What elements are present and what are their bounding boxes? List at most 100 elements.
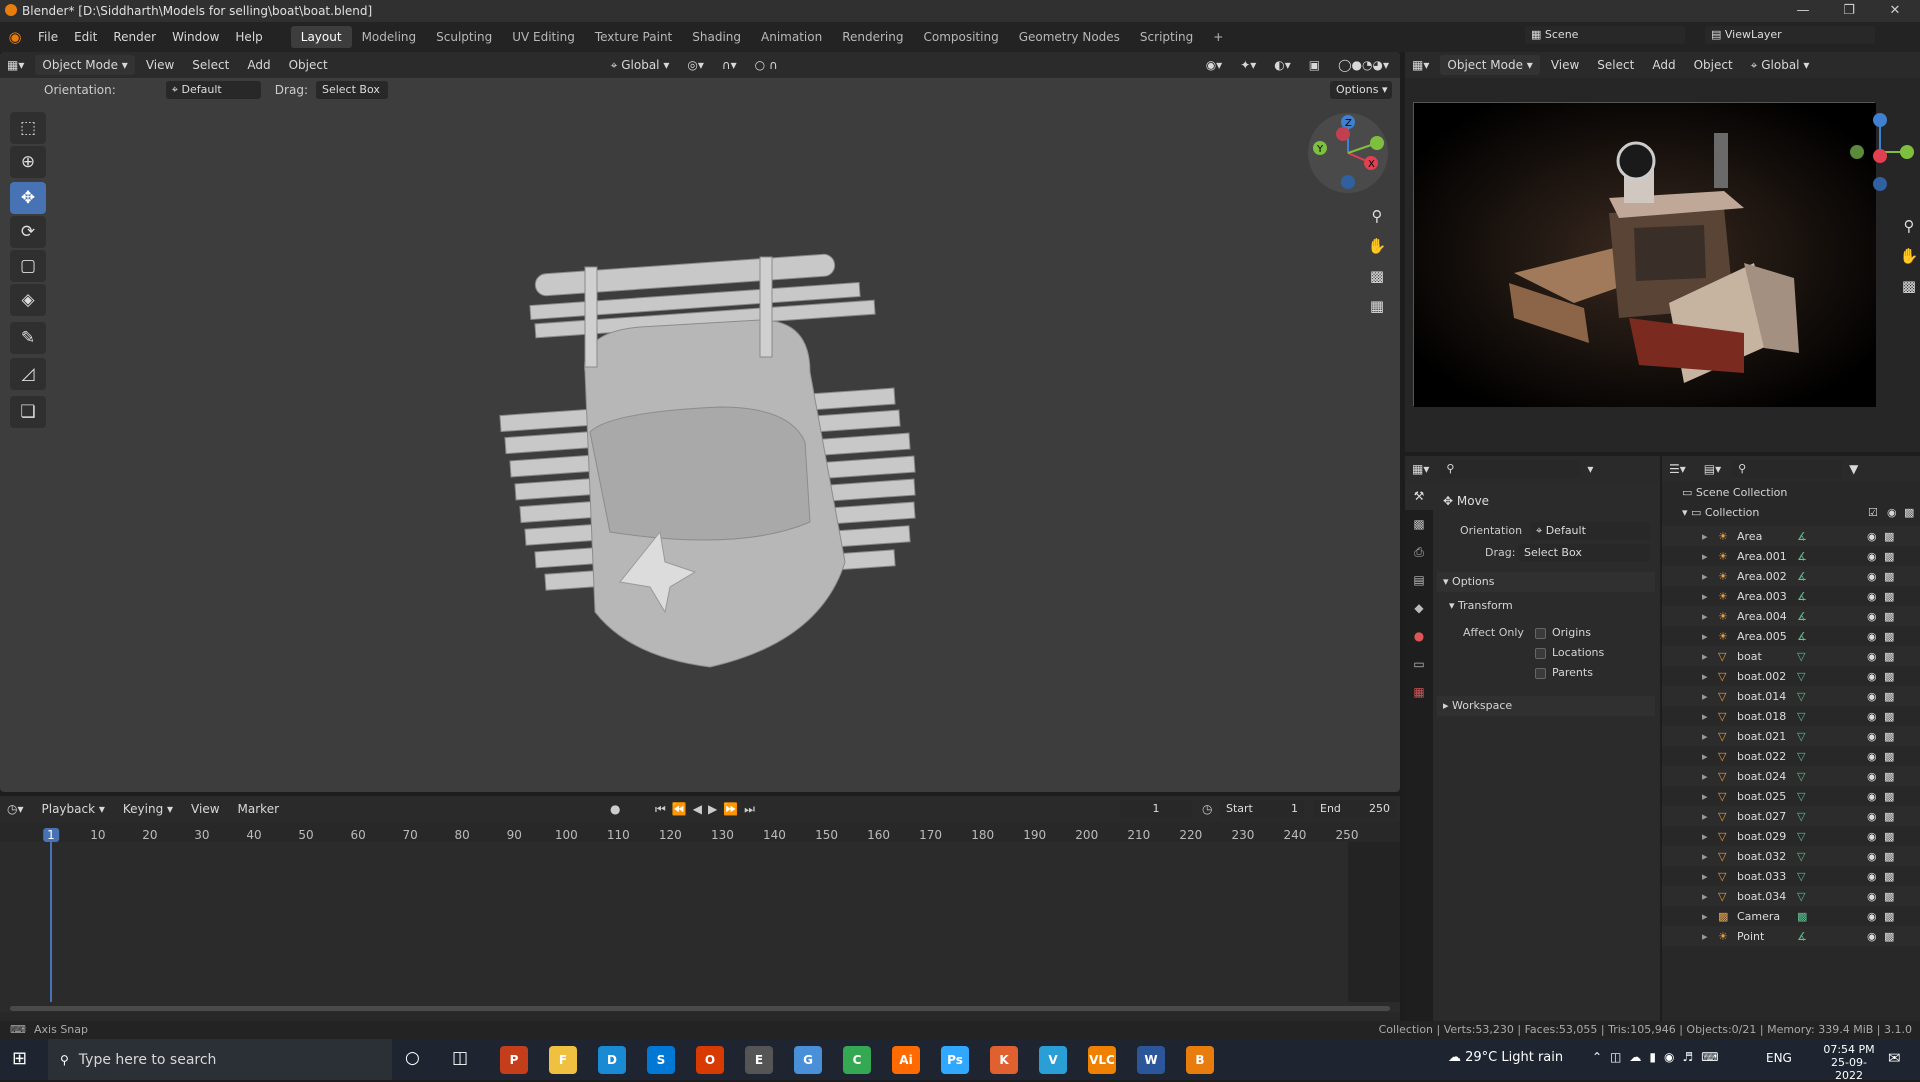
- tab-animation[interactable]: Animation: [751, 26, 832, 48]
- menu-keying[interactable]: Keying ▾: [116, 799, 180, 819]
- cortana-icon[interactable]: ○: [405, 1048, 420, 1068]
- editor-type-icon[interactable]: ▦▾: [0, 55, 31, 75]
- timeline-area[interactable]: [0, 842, 1400, 1012]
- camera-data-icon[interactable]: ▩: [1797, 910, 1807, 923]
- taskbar-app-icon[interactable]: O: [696, 1046, 724, 1074]
- expand-arrow-icon[interactable]: ▸: [1702, 750, 1708, 763]
- visibility-eye-icon[interactable]: ◉: [1867, 770, 1877, 783]
- render-camera-icon[interactable]: ▩: [1884, 870, 1894, 883]
- rotate-tool[interactable]: ⟳: [10, 216, 46, 248]
- transform-orientation-dropdown[interactable]: ⌖ Global ▾: [604, 55, 677, 75]
- visibility-eye-icon[interactable]: ◉: [1867, 690, 1877, 703]
- expand-arrow-icon[interactable]: ▸: [1702, 690, 1708, 703]
- maximize-button[interactable]: ❐: [1826, 0, 1872, 22]
- visibility-eye-icon[interactable]: ◉: [1867, 870, 1877, 883]
- origins-checkbox[interactable]: Origins: [1535, 626, 1591, 639]
- render-camera-icon[interactable]: ▩: [1884, 630, 1894, 643]
- cursor-tool[interactable]: ⊕: [10, 146, 46, 178]
- render-zoom-icon[interactable]: ⚲: [1897, 214, 1920, 238]
- render-camera-icon[interactable]: ▩: [1884, 750, 1894, 763]
- record-icon[interactable]: ●: [610, 802, 620, 816]
- outliner-row[interactable]: ▸ ☀ Area.003 ∡ ◉ ▩: [1662, 586, 1920, 606]
- properties-editor-type-icon[interactable]: ▦▾: [1405, 459, 1436, 479]
- render-navigation-gizmo[interactable]: [1845, 112, 1915, 192]
- taskbar-app-icon[interactable]: D: [598, 1046, 626, 1074]
- outliner-row[interactable]: ▸ ▽ boat.024 ▽ ◉ ▩: [1662, 766, 1920, 786]
- orientation-dropdown[interactable]: ⌖ Default: [165, 81, 261, 99]
- proportional-edit-icon[interactable]: ○ ∩: [748, 55, 785, 75]
- render-camera-icon[interactable]: ▩: [1884, 710, 1894, 723]
- taskbar-app-icon[interactable]: Ai: [892, 1046, 920, 1074]
- collection-row[interactable]: ▾ ▭ Collection ☑ ◉ ▩: [1682, 506, 1920, 519]
- transform-tool[interactable]: ◈: [10, 284, 46, 316]
- drag-dropdown[interactable]: Select Box: [315, 81, 388, 99]
- mesh-data-icon[interactable]: ▽: [1797, 650, 1805, 663]
- mesh-data-icon[interactable]: ▽: [1797, 810, 1805, 823]
- view-layer-tab-icon[interactable]: ▤: [1405, 566, 1433, 594]
- options-dropdown[interactable]: Options ▾: [1330, 81, 1392, 99]
- render-camera-icon[interactable]: ▩: [1884, 790, 1894, 803]
- visibility-eye-icon[interactable]: ◉: [1867, 710, 1877, 723]
- current-frame-field[interactable]: 1: [1120, 800, 1192, 818]
- visibility-eye-icon[interactable]: ◉: [1867, 850, 1877, 863]
- timeline-scrollbar[interactable]: [10, 1006, 1390, 1011]
- visibility-eye-icon[interactable]: ◉: [1867, 530, 1877, 543]
- render-camera-icon[interactable]: ▩: [1884, 650, 1894, 663]
- clock[interactable]: 07:54 PM 25-09-2022: [1818, 1043, 1880, 1082]
- outliner-row[interactable]: ▸ ▽ boat.029 ▽ ◉ ▩: [1662, 826, 1920, 846]
- world-tab-icon[interactable]: ●: [1405, 622, 1433, 650]
- visibility-eye-icon[interactable]: ◉: [1867, 570, 1877, 583]
- tool-tab-icon[interactable]: ⚒: [1405, 482, 1433, 510]
- render-viewport[interactable]: ▦▾ Object Mode ▾ View Select Add Object …: [1405, 52, 1920, 452]
- render-camera-icon[interactable]: ▩: [1884, 850, 1894, 863]
- expand-arrow-icon[interactable]: ▸: [1702, 630, 1708, 643]
- menu-timeline-view[interactable]: View: [184, 799, 226, 819]
- menu-file[interactable]: File: [30, 30, 66, 44]
- render-mode-dropdown[interactable]: Object Mode ▾: [1440, 55, 1540, 75]
- expand-arrow-icon[interactable]: ▸: [1702, 930, 1708, 943]
- add-workspace-button[interactable]: +: [1203, 26, 1233, 48]
- render-editor-type-icon[interactable]: ▦▾: [1405, 55, 1436, 75]
- scene-collection-row[interactable]: ▭ Scene Collection: [1682, 486, 1787, 499]
- 3d-viewport[interactable]: ▦▾ Object Mode ▾ View Select Add Object …: [0, 52, 1400, 792]
- mesh-data-icon[interactable]: ▽: [1797, 690, 1805, 703]
- overlay-icon[interactable]: ◐▾: [1267, 55, 1298, 75]
- light-data-icon[interactable]: ∡: [1797, 590, 1807, 603]
- light-data-icon[interactable]: ∡: [1797, 550, 1807, 563]
- tab-layout[interactable]: Layout: [290, 26, 352, 48]
- outliner-row[interactable]: ▸ ▩ Camera ▩ ◉ ▩: [1662, 906, 1920, 926]
- render-camera-icon[interactable]: ▩: [1897, 274, 1920, 298]
- mesh-data-icon[interactable]: ▽: [1797, 790, 1805, 803]
- render-camera-icon[interactable]: ▩: [1884, 930, 1894, 943]
- task-view-icon[interactable]: ◫: [452, 1048, 468, 1068]
- outliner-row[interactable]: ▸ ▽ boat.002 ▽ ◉ ▩: [1662, 666, 1920, 686]
- expand-arrow-icon[interactable]: ▸: [1702, 790, 1708, 803]
- expand-arrow-icon[interactable]: ▸: [1702, 770, 1708, 783]
- visibility-eye-icon[interactable]: ◉: [1867, 650, 1877, 663]
- menu-window[interactable]: Window: [164, 30, 227, 44]
- shading-modes-icon[interactable]: ◯●◔◕▾: [1331, 55, 1396, 75]
- render-camera-icon[interactable]: ▩: [1884, 670, 1894, 683]
- visibility-eye-icon[interactable]: ◉: [1867, 930, 1877, 943]
- light-data-icon[interactable]: ∡: [1797, 610, 1807, 623]
- pan-hand-icon[interactable]: ✋: [1365, 234, 1389, 258]
- mesh-data-icon[interactable]: ▽: [1797, 710, 1805, 723]
- collection-visibility-icon[interactable]: ◉: [1887, 506, 1897, 519]
- menu-edit[interactable]: Edit: [66, 30, 105, 44]
- render-camera-icon[interactable]: ▩: [1884, 570, 1894, 583]
- mode-dropdown[interactable]: Object Mode ▾: [35, 55, 135, 75]
- expand-arrow-icon[interactable]: ▸: [1702, 890, 1708, 903]
- move-tool[interactable]: ✥: [10, 182, 46, 214]
- render-menu-object[interactable]: Object: [1687, 55, 1740, 75]
- collection-exclude-checkbox[interactable]: ☑: [1868, 506, 1878, 519]
- mesh-data-icon[interactable]: ▽: [1797, 850, 1805, 863]
- visibility-eye-icon[interactable]: ◉: [1867, 890, 1877, 903]
- visibility-eye-icon[interactable]: ◉: [1867, 810, 1877, 823]
- menu-render[interactable]: Render: [105, 30, 164, 44]
- workspace-panel-header[interactable]: ▸ Workspace: [1437, 696, 1655, 716]
- outliner-row[interactable]: ▸ ☀ Area.004 ∡ ◉ ▩: [1662, 606, 1920, 626]
- render-camera-icon[interactable]: ▩: [1884, 910, 1894, 923]
- visibility-eye-icon[interactable]: ◉: [1867, 830, 1877, 843]
- mesh-data-icon[interactable]: ▽: [1797, 770, 1805, 783]
- outliner-row[interactable]: ▸ ▽ boat.022 ▽ ◉ ▩: [1662, 746, 1920, 766]
